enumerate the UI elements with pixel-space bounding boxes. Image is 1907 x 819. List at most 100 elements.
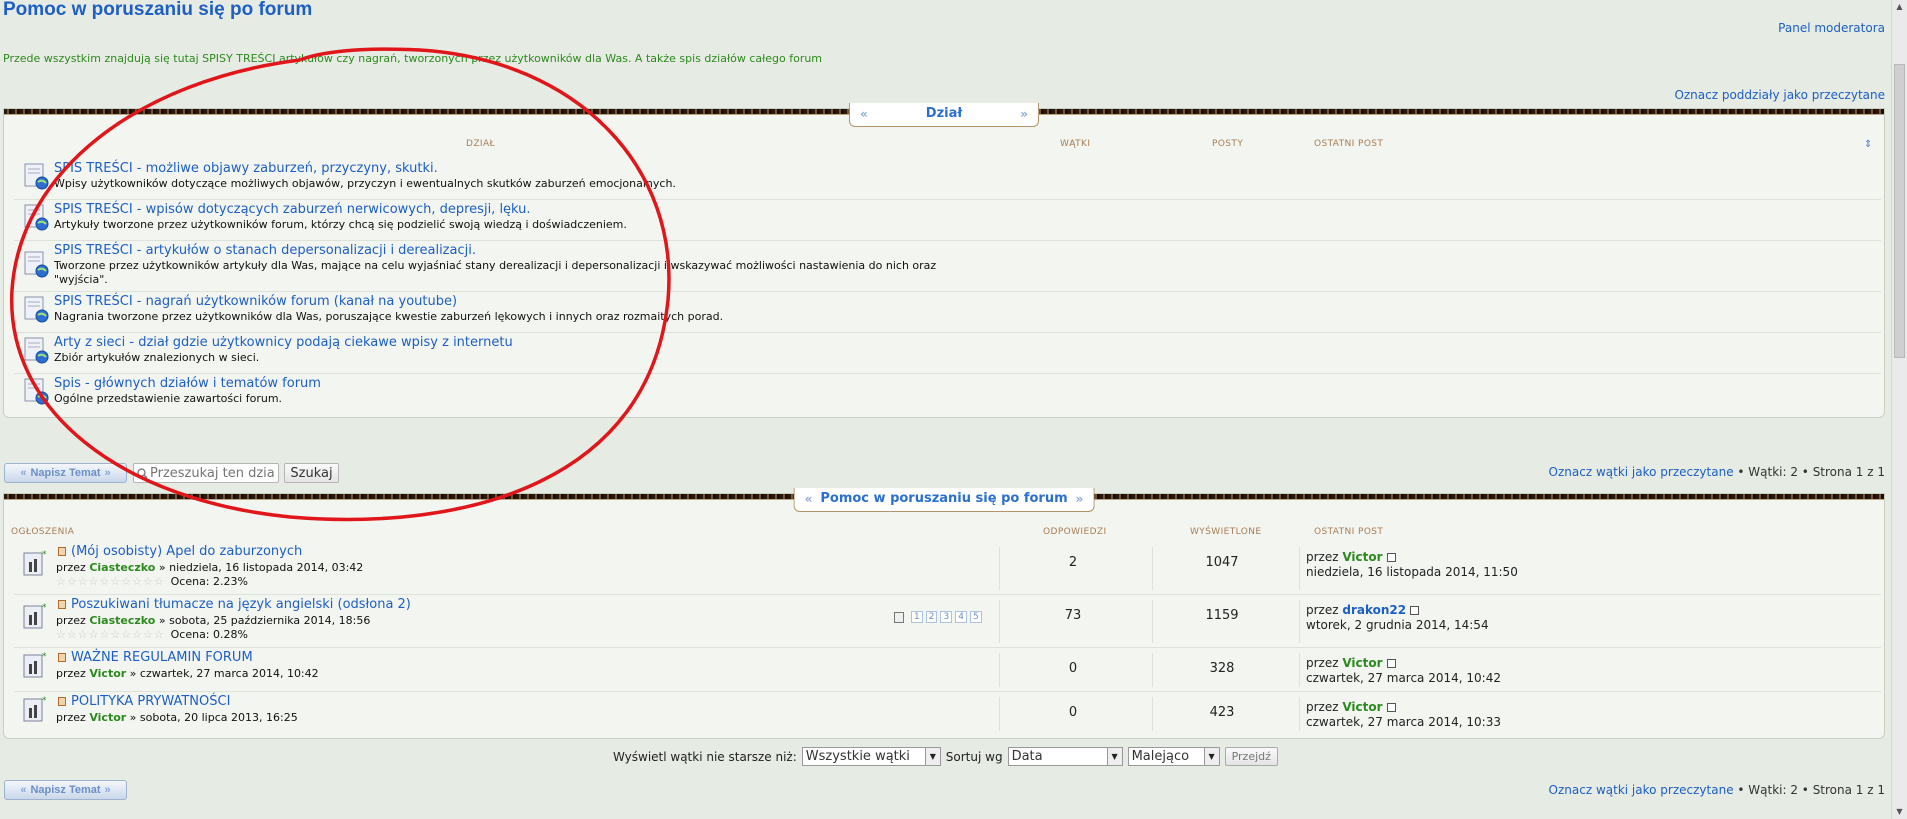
sort-order-select[interactable]: Malejąco ▼	[1127, 747, 1220, 766]
view-latest-post-icon[interactable]	[1386, 703, 1396, 712]
topic-meta: przez Victor » czwartek, 27 marca 2014, …	[56, 667, 319, 680]
chevron-right-icon: »	[104, 784, 111, 796]
forum-intro: Przede wszystkim znajdują się tutaj SPIS…	[3, 52, 823, 65]
forum-title[interactable]: SPIS TREŚCI - możliwe objawy zaburzeń, p…	[54, 161, 438, 176]
topic-row[interactable]: * POLITYKA PRYWATNOŚCI przez Victor » so…	[14, 693, 1881, 735]
sort-order-value: Malejąco	[1131, 749, 1190, 764]
view-latest-post-icon[interactable]	[1410, 606, 1420, 615]
page-link-1[interactable]: 1	[911, 611, 923, 623]
go-button[interactable]: Przejdź	[1224, 747, 1278, 766]
subforums-block: « Dział » DZIAŁ WĄTKI POSTY OSTATNI POST…	[3, 103, 1885, 418]
topic-meta: przez Victor » sobota, 20 lipca 2013, 16…	[56, 711, 298, 724]
scrollbar-thumb[interactable]	[1894, 64, 1905, 358]
topic-date: » sobota, 25 października 2014, 18:56	[155, 614, 371, 627]
col-replies: ODPOWIEDZI	[1043, 527, 1107, 537]
last-post-by: przez	[1306, 656, 1339, 670]
last-post-date: czwartek, 27 marca 2014, 10:33	[1306, 715, 1501, 729]
rating-stars-icon[interactable]: ☆☆☆☆☆☆☆☆☆☆	[56, 575, 165, 588]
replies-count: 2	[1068, 555, 1078, 570]
forum-title[interactable]: SPIS TREŚCI - nagrań użytkowników forum …	[54, 294, 457, 309]
forum-row[interactable]: SPIS TREŚCI - nagrań użytkowników forum …	[14, 293, 1881, 333]
rating-value: Ocena: 0.28%	[170, 628, 248, 641]
forum-row[interactable]: SPIS TREŚCI - wpisów dotyczących zaburze…	[14, 201, 1881, 241]
forum-row[interactable]: Spis - głównych działów i tematów forum …	[14, 375, 1881, 413]
page-link-4[interactable]: 4	[955, 611, 967, 623]
forum-description: Zbiór artykułów znalezionych w sieci.	[54, 351, 260, 364]
col-views: WYŚWIETLONE	[1190, 527, 1262, 537]
moderator-panel-link[interactable]: Panel moderatora	[1778, 21, 1885, 35]
topic-author[interactable]: Victor	[89, 667, 126, 680]
views-count: 423	[1209, 705, 1235, 720]
topics-tab-label: Pomoc w poruszaniu się po forum	[820, 491, 1068, 506]
page-scrollbar[interactable]: ▲ ▼	[1891, 0, 1907, 819]
column-divider	[1152, 697, 1153, 731]
forum-title[interactable]: Arty z sieci - dział gdzie użytkownicy p…	[54, 335, 513, 350]
new-topic-button-bottom[interactable]: « Napisz Temat »	[4, 780, 127, 800]
topic-stats: • Wątki: 2 • Strona 1 z 1	[1733, 465, 1885, 479]
last-post-author[interactable]: Victor	[1342, 550, 1382, 564]
page-link-2[interactable]: 2	[925, 611, 938, 623]
announcement-icon: *	[23, 696, 47, 722]
col-announcements: OGŁOSZENIA	[11, 527, 75, 537]
forum-title[interactable]: SPIS TREŚCI - artykułów o stanach depers…	[54, 243, 476, 258]
svg-text:*: *	[42, 550, 47, 560]
scroll-down-icon[interactable]: ▼	[1892, 805, 1907, 819]
topic-row[interactable]: * WAŻNE REGULAMIN FORUM przez Victor » c…	[14, 649, 1881, 692]
topic-title[interactable]: POLITYKA PRYWATNOŚCI	[71, 694, 230, 709]
chevron-left-icon: «	[804, 491, 813, 506]
topic-meta: przez Ciasteczko » niedziela, 16 listopa…	[56, 561, 363, 574]
topic-rating: ☆☆☆☆☆☆☆☆☆☆ Ocena: 2.23%	[56, 575, 248, 588]
topic-row[interactable]: * (Mój osobisty) Apel do zaburzonych prz…	[14, 543, 1881, 595]
sort-arrows-icon[interactable]: ⇕	[1864, 139, 1873, 150]
new-topic-label: Napisz Temat	[30, 467, 101, 479]
rating-value: Ocena: 2.23%	[170, 575, 248, 588]
scroll-up-icon[interactable]: ▲	[1892, 0, 1907, 14]
page-title: Pomoc w poruszaniu się po forum	[3, 0, 313, 20]
forum-row[interactable]: SPIS TREŚCI - artykułów o stanach depers…	[14, 242, 1881, 292]
mark-subforums-read-link[interactable]: Oznacz poddziały jako przeczytane	[1674, 88, 1885, 102]
topic-author[interactable]: Victor	[89, 711, 126, 724]
topics-tab: « Pomoc w poruszaniu się po forum »	[793, 488, 1095, 512]
forum-title[interactable]: SPIS TREŚCI - wpisów dotyczących zaburze…	[54, 202, 531, 217]
show-topics-value: Wszystkie wątki	[805, 749, 910, 764]
topic-author[interactable]: Ciasteczko	[89, 561, 155, 574]
topic-title[interactable]: WAŻNE REGULAMIN FORUM	[71, 650, 253, 665]
page-link-3[interactable]: 3	[940, 611, 953, 623]
svg-text:*: *	[42, 696, 47, 706]
dropdown-arrow-icon: ▼	[1106, 748, 1122, 765]
forum-read-icon	[24, 163, 49, 190]
sort-by-select[interactable]: Data ▼	[1007, 747, 1123, 766]
topic-date: » czwartek, 27 marca 2014, 10:42	[126, 667, 319, 680]
forum-row[interactable]: SPIS TREŚCI - możliwe objawy zaburzeń, p…	[14, 160, 1881, 200]
topics-header: OGŁOSZENIA ODPOWIEDZI WYŚWIETLONE OSTATN…	[4, 527, 1884, 541]
topic-row[interactable]: * Poszukiwani tłumacze na język angielsk…	[14, 596, 1881, 648]
search-input[interactable]	[150, 465, 274, 481]
view-latest-post-icon[interactable]	[1386, 553, 1396, 562]
last-post-author[interactable]: drakon22	[1342, 603, 1406, 617]
page-link-5[interactable]: 5	[969, 611, 982, 623]
new-topic-button[interactable]: « Napisz Temat »	[4, 463, 127, 483]
dropdown-arrow-icon: ▼	[1203, 748, 1219, 765]
announcement-icon: *	[23, 550, 47, 576]
topic-type-icon	[58, 653, 66, 662]
announcement-icon: *	[23, 603, 47, 629]
topic-title[interactable]: (Mój osobisty) Apel do zaburzonych	[71, 544, 302, 559]
search-button[interactable]: Szukaj	[284, 463, 339, 483]
last-post-date: wtorek, 2 grudnia 2014, 14:54	[1306, 618, 1489, 632]
topic-title[interactable]: Poszukiwani tłumacze na język angielski …	[71, 597, 411, 612]
last-post-author[interactable]: Victor	[1342, 700, 1382, 714]
topic-date: » sobota, 20 lipca 2013, 16:25	[126, 711, 298, 724]
last-post-author[interactable]: Victor	[1342, 656, 1382, 670]
topic-author[interactable]: Ciasteczko	[89, 614, 155, 627]
forum-title[interactable]: Spis - głównych działów i tematów forum	[54, 376, 321, 391]
show-topics-select[interactable]: Wszystkie wątki ▼	[801, 747, 941, 766]
forum-row[interactable]: Arty z sieci - dział gdzie użytkownicy p…	[14, 334, 1881, 374]
dropdown-arrow-icon: ▼	[924, 748, 940, 765]
rating-stars-icon[interactable]: ☆☆☆☆☆☆☆☆☆☆	[56, 628, 165, 641]
column-divider	[1152, 547, 1153, 590]
replies-count: 73	[1064, 608, 1082, 623]
multipage-icon	[894, 611, 904, 623]
mark-topics-read-link[interactable]: Oznacz wątki jako przeczytane	[1549, 783, 1734, 797]
view-latest-post-icon[interactable]	[1386, 659, 1396, 668]
mark-topics-read-link[interactable]: Oznacz wątki jako przeczytane	[1549, 465, 1734, 479]
